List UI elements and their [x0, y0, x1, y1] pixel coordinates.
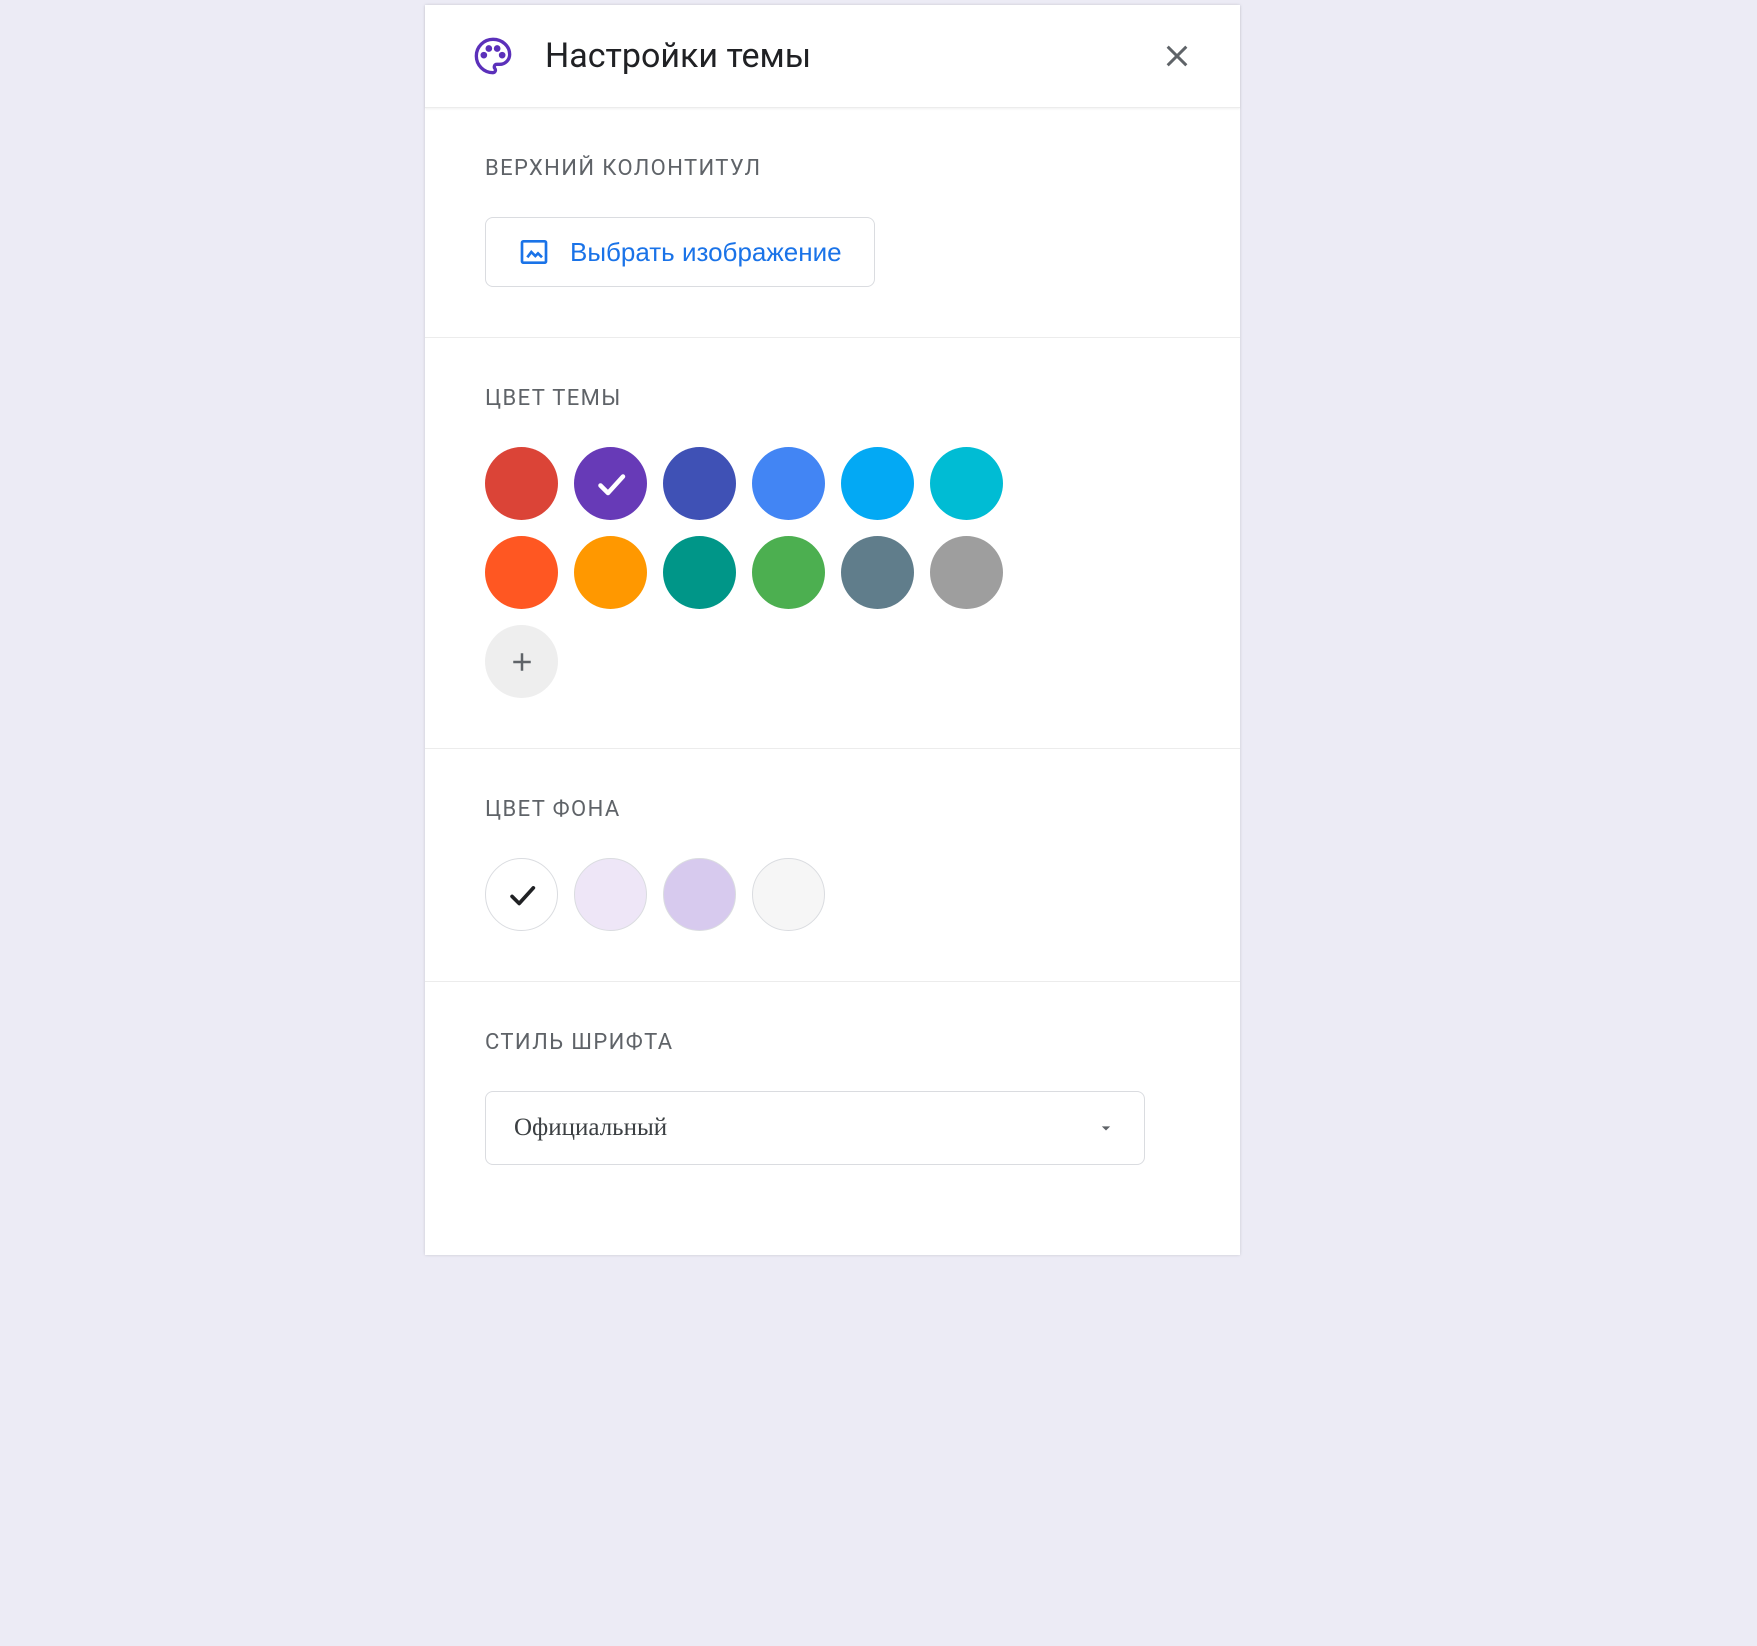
section-label-font-style: СТИЛЬ ШРИФТА: [485, 1030, 1180, 1055]
section-label-header: ВЕРХНИЙ КОЛОНТИТУЛ: [485, 156, 1180, 181]
section-theme-color: ЦВЕТ ТЕМЫ: [425, 338, 1240, 749]
choose-image-button[interactable]: Выбрать изображение: [485, 217, 875, 287]
font-style-selected: Официальный: [514, 1114, 667, 1142]
check-icon: [505, 878, 539, 912]
theme-settings-panel: Настройки темы ВЕРХНИЙ КОЛОНТИТУЛ Выбрат…: [425, 5, 1240, 1255]
theme-color-swatch-11[interactable]: [930, 536, 1003, 609]
background-color-swatch-3[interactable]: [752, 858, 825, 931]
close-button[interactable]: [1154, 33, 1200, 79]
background-color-swatch-0[interactable]: [485, 858, 558, 931]
theme-color-swatch-0[interactable]: [485, 447, 558, 520]
theme-color-swatch-5[interactable]: [930, 447, 1003, 520]
theme-color-swatch-2[interactable]: [663, 447, 736, 520]
theme-color-swatches: [485, 447, 1045, 698]
panel-title: Настройки темы: [545, 36, 1154, 76]
image-icon: [518, 236, 550, 268]
section-font-style: СТИЛЬ ШРИФТА Официальный: [425, 982, 1240, 1255]
section-background-color: ЦВЕТ ФОНА: [425, 749, 1240, 982]
close-icon: [1161, 40, 1193, 72]
section-label-theme-color: ЦВЕТ ТЕМЫ: [485, 386, 1180, 411]
section-label-background-color: ЦВЕТ ФОНА: [485, 797, 1180, 822]
check-icon: [593, 466, 629, 502]
dropdown-icon: [1096, 1118, 1116, 1138]
theme-color-swatch-6[interactable]: [485, 536, 558, 609]
theme-color-swatch-1[interactable]: [574, 447, 647, 520]
theme-color-swatch-8[interactable]: [663, 536, 736, 609]
plus-icon: [507, 647, 537, 677]
theme-color-swatch-3[interactable]: [752, 447, 825, 520]
background-color-swatch-2[interactable]: [663, 858, 736, 931]
add-custom-color-button[interactable]: [485, 625, 558, 698]
panel-header: Настройки темы: [425, 5, 1240, 108]
background-color-swatches: [485, 858, 1045, 931]
font-style-select[interactable]: Официальный: [485, 1091, 1145, 1165]
palette-icon: [473, 36, 513, 76]
choose-image-label: Выбрать изображение: [570, 237, 842, 268]
background-color-swatch-1[interactable]: [574, 858, 647, 931]
theme-color-swatch-7[interactable]: [574, 536, 647, 609]
theme-color-swatch-4[interactable]: [841, 447, 914, 520]
section-header-image: ВЕРХНИЙ КОЛОНТИТУЛ Выбрать изображение: [425, 108, 1240, 338]
theme-color-swatch-10[interactable]: [841, 536, 914, 609]
theme-color-swatch-9[interactable]: [752, 536, 825, 609]
